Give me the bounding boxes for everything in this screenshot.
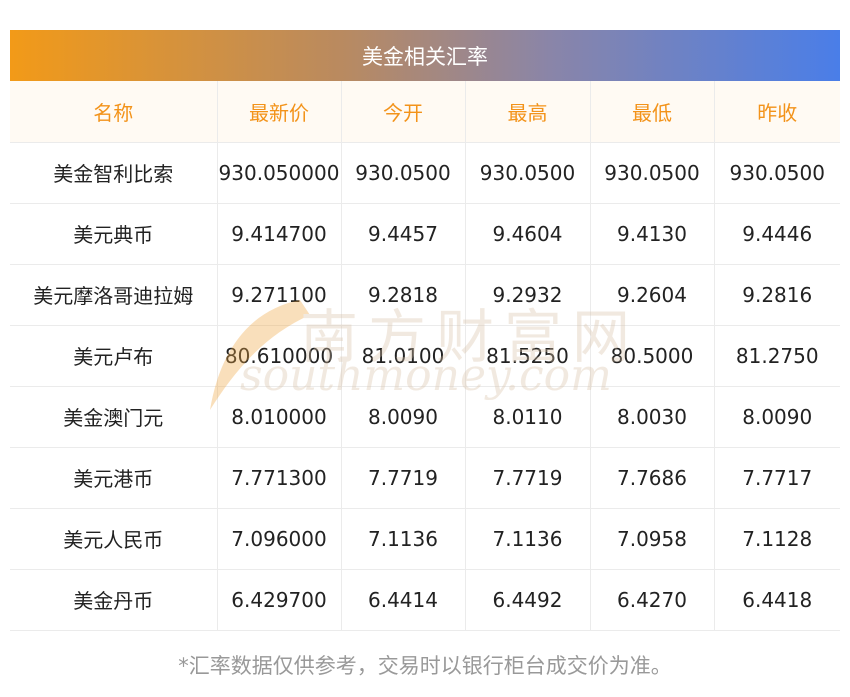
disclaimer-note: *汇率数据仅供参考，交易时以银行柜台成交价为准。 bbox=[178, 654, 672, 678]
table-row: 美金丹币 6.429700 6.4414 6.4492 6.4270 6.441… bbox=[10, 569, 840, 631]
open-price: 6.4414 bbox=[341, 569, 466, 631]
low-price: 9.4130 bbox=[590, 203, 715, 265]
high-price: 8.0110 bbox=[465, 386, 591, 448]
prev-close-price: 81.2750 bbox=[714, 325, 840, 387]
table-row: 美元卢布 80.610000 81.0100 81.5250 80.5000 8… bbox=[10, 325, 840, 387]
currency-name: 美金智利比索 bbox=[10, 142, 218, 204]
latest-price: 9.414700 bbox=[217, 203, 342, 265]
header-high: 最高 bbox=[465, 81, 591, 143]
table-row: 美元港币 7.771300 7.7719 7.7719 7.7686 7.771… bbox=[10, 447, 840, 509]
open-price: 930.0500 bbox=[341, 142, 466, 204]
prev-close-price: 7.1128 bbox=[714, 508, 840, 570]
high-price: 81.5250 bbox=[465, 325, 591, 387]
low-price: 7.7686 bbox=[590, 447, 715, 509]
latest-price: 80.610000 bbox=[217, 325, 342, 387]
open-price: 81.0100 bbox=[341, 325, 466, 387]
open-price: 7.1136 bbox=[341, 508, 466, 570]
currency-name: 美元典币 bbox=[10, 203, 218, 265]
high-price: 9.4604 bbox=[465, 203, 591, 265]
table-row: 美元摩洛哥迪拉姆 9.271100 9.2818 9.2932 9.2604 9… bbox=[10, 264, 840, 326]
prev-close-price: 6.4418 bbox=[714, 569, 840, 631]
latest-price: 9.271100 bbox=[217, 264, 342, 326]
high-price: 7.7719 bbox=[465, 447, 591, 509]
currency-name: 美金澳门元 bbox=[10, 386, 218, 448]
header-low: 最低 bbox=[590, 81, 715, 143]
open-price: 9.2818 bbox=[341, 264, 466, 326]
header-open: 今开 bbox=[341, 81, 466, 143]
low-price: 6.4270 bbox=[590, 569, 715, 631]
open-price: 7.7719 bbox=[341, 447, 466, 509]
open-price: 9.4457 bbox=[341, 203, 466, 265]
low-price: 7.0958 bbox=[590, 508, 715, 570]
low-price: 9.2604 bbox=[590, 264, 715, 326]
latest-price: 930.050000 bbox=[217, 142, 342, 204]
prev-close-price: 7.7717 bbox=[714, 447, 840, 509]
high-price: 9.2932 bbox=[465, 264, 591, 326]
currency-name: 美元卢布 bbox=[10, 325, 218, 387]
table-row: 美元人民币 7.096000 7.1136 7.1136 7.0958 7.11… bbox=[10, 508, 840, 570]
rates-panel: 美金相关汇率 名称 最新价 今开 最高 最低 昨收 美金智利比索 930.050… bbox=[10, 30, 840, 631]
open-price: 8.0090 bbox=[341, 386, 466, 448]
table-row: 美金智利比索 930.050000 930.0500 930.0500 930.… bbox=[10, 142, 840, 204]
high-price: 930.0500 bbox=[465, 142, 591, 204]
currency-name: 美金丹币 bbox=[10, 569, 218, 631]
table-header-row: 名称 最新价 今开 最高 最低 昨收 bbox=[10, 81, 840, 143]
latest-price: 7.771300 bbox=[217, 447, 342, 509]
table-title: 美金相关汇率 bbox=[10, 30, 840, 81]
currency-name: 美元人民币 bbox=[10, 508, 218, 570]
low-price: 930.0500 bbox=[590, 142, 715, 204]
header-latest: 最新价 bbox=[217, 81, 342, 143]
high-price: 7.1136 bbox=[465, 508, 591, 570]
table-row: 美金澳门元 8.010000 8.0090 8.0110 8.0030 8.00… bbox=[10, 386, 840, 448]
latest-price: 7.096000 bbox=[217, 508, 342, 570]
table-row: 美元典币 9.414700 9.4457 9.4604 9.4130 9.444… bbox=[10, 203, 840, 265]
currency-name: 美元港币 bbox=[10, 447, 218, 509]
prev-close-price: 930.0500 bbox=[714, 142, 840, 204]
prev-close-price: 9.2816 bbox=[714, 264, 840, 326]
latest-price: 6.429700 bbox=[217, 569, 342, 631]
header-name: 名称 bbox=[10, 81, 218, 143]
prev-close-price: 8.0090 bbox=[714, 386, 840, 448]
low-price: 80.5000 bbox=[590, 325, 715, 387]
low-price: 8.0030 bbox=[590, 386, 715, 448]
prev-close-price: 9.4446 bbox=[714, 203, 840, 265]
high-price: 6.4492 bbox=[465, 569, 591, 631]
header-prev-close: 昨收 bbox=[714, 81, 840, 143]
currency-name: 美元摩洛哥迪拉姆 bbox=[10, 264, 218, 326]
latest-price: 8.010000 bbox=[217, 386, 342, 448]
rates-table: 名称 最新价 今开 最高 最低 昨收 美金智利比索 930.050000 930… bbox=[10, 81, 840, 631]
